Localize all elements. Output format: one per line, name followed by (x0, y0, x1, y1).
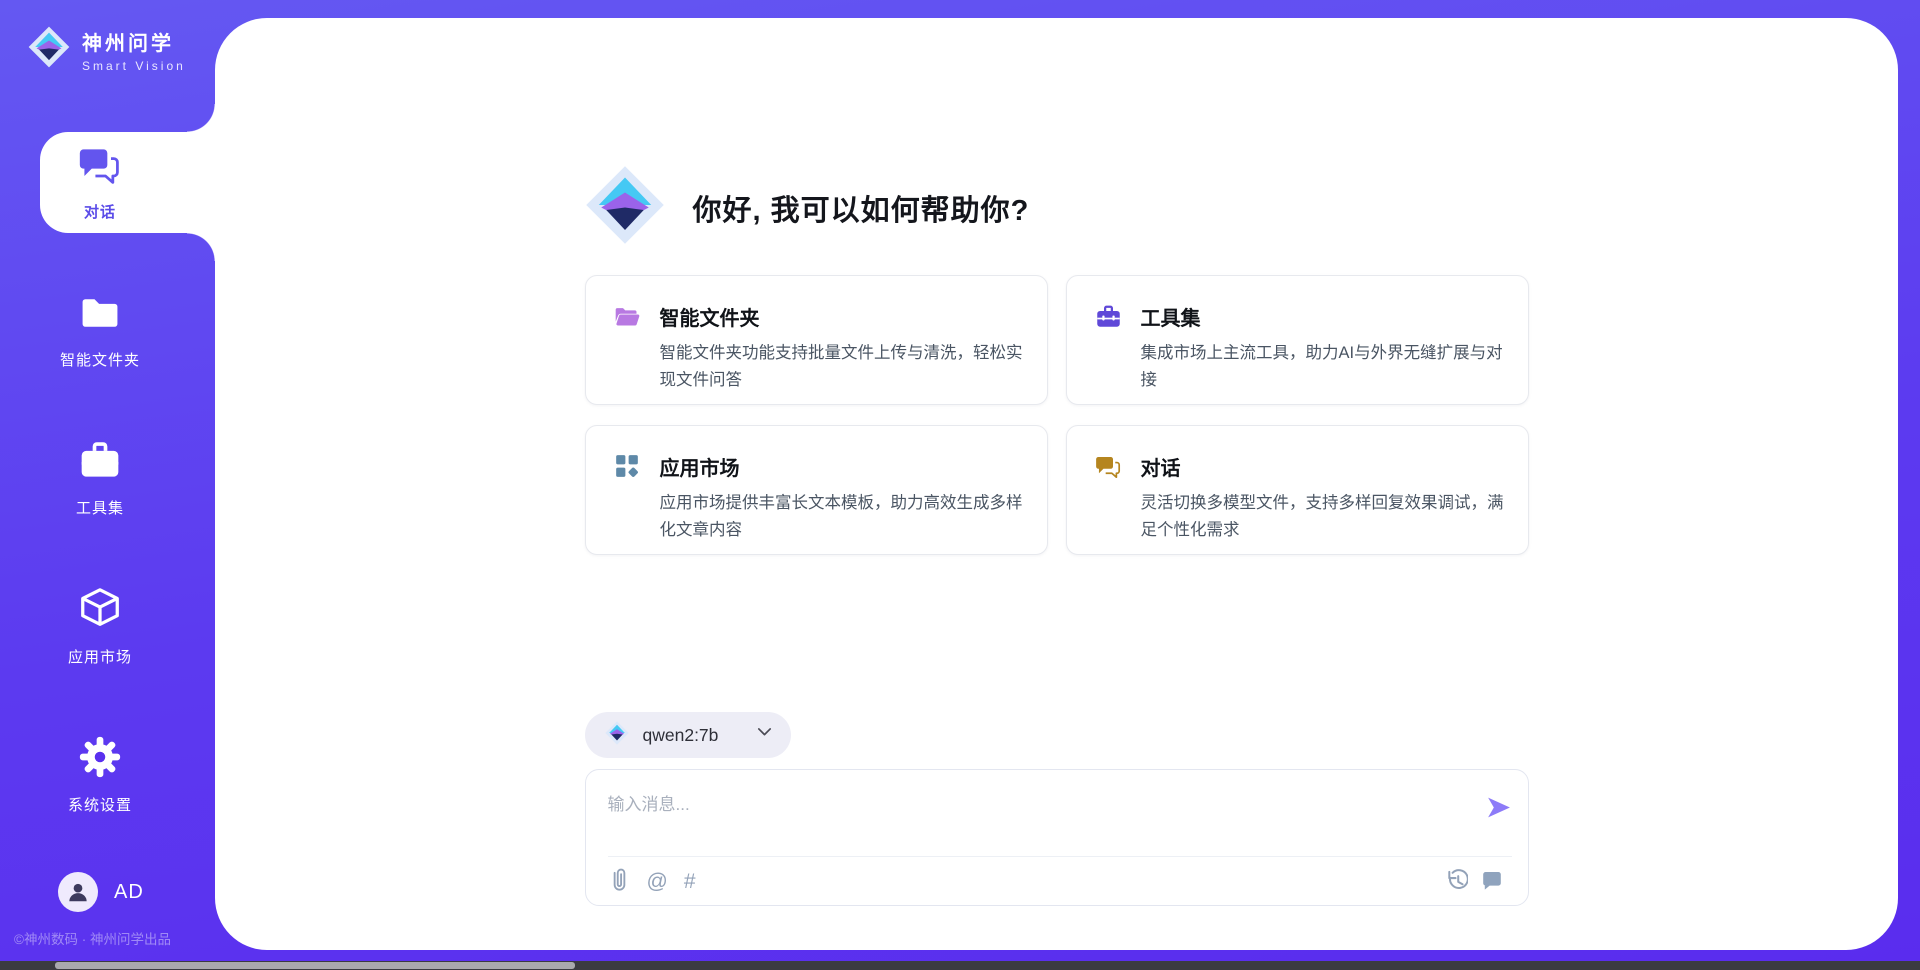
sidebar-item-label: 应用市场 (68, 646, 132, 667)
paperclip-icon (608, 867, 631, 895)
feature-cards: 智能文件夹 智能文件夹功能支持批量文件上传与清洗，轻松实现文件问答 工具集 集成… (585, 275, 1529, 555)
folder-icon (78, 291, 122, 340)
send-arrow-icon (1485, 809, 1512, 824)
greeting-title: 你好, 我可以如何帮助你? (693, 187, 1030, 229)
horizontal-scrollbar[interactable] (0, 961, 1920, 970)
cube-icon (77, 586, 123, 637)
attach-file-button[interactable] (608, 867, 631, 895)
model-selector[interactable]: qwen2:7b (585, 712, 791, 758)
card-title: 工具集 (1141, 302, 1506, 331)
avatar (58, 872, 98, 912)
user-account[interactable]: AD (58, 872, 144, 912)
chat-bubbles-icon (78, 143, 122, 192)
gear-icon (77, 734, 123, 785)
card-title: 应用市场 (660, 452, 1025, 481)
chevron-down-icon (756, 724, 773, 746)
brand: 神州问学 Smart Vision (28, 26, 186, 73)
card-toolset[interactable]: 工具集 集成市场上主流工具，助力AI与外界无缝扩展与对接 (1066, 275, 1529, 405)
sidebar-item-label: 工具集 (76, 497, 124, 518)
brand-subtitle: Smart Vision (82, 59, 186, 73)
sidebar-nav: 对话 智能文件夹 工具集 应 (0, 132, 215, 872)
folder-open-icon (614, 303, 641, 404)
card-app-market[interactable]: 应用市场 应用市场提供丰富长文本模板，助力高效生成多样化文章内容 (585, 425, 1048, 555)
briefcase-icon (1095, 303, 1122, 404)
card-title: 对话 (1141, 452, 1506, 481)
user-initials: AD (114, 881, 144, 904)
sidebar-item-app-market[interactable]: 应用市场 (0, 576, 215, 677)
history-icon (1445, 868, 1468, 894)
sidebar-item-chat[interactable]: 对话 (0, 132, 215, 233)
message-composer: @ # (585, 769, 1529, 906)
hash-icon: # (684, 871, 696, 892)
grid-icon (614, 453, 641, 554)
card-description: 集成市场上主流工具，助力AI与外界无缝扩展与对接 (1141, 340, 1506, 394)
diamond-logo-icon (605, 721, 629, 750)
brand-name: 神州问学 (82, 27, 186, 56)
main-panel: 你好, 我可以如何帮助你? 智能文件夹 智能文件夹功能支持批量文件上传与清洗，轻… (215, 18, 1898, 950)
card-description: 灵活切换多模型文件，支持多样回复效果调试，满足个性化需求 (1141, 490, 1506, 544)
sidebar-item-settings[interactable]: 系统设置 (0, 724, 215, 825)
new-conversation-button[interactable] (1480, 868, 1504, 895)
horizontal-scrollbar-thumb[interactable] (55, 962, 575, 969)
card-smart-folder[interactable]: 智能文件夹 智能文件夹功能支持批量文件上传与清洗，轻松实现文件问答 (585, 275, 1048, 405)
model-name: qwen2:7b (643, 725, 742, 746)
sidebar-item-label: 对话 (84, 201, 116, 222)
copyright-text: ©神州数码 · 神州问学出品 (14, 928, 171, 948)
message-input[interactable] (608, 784, 1485, 850)
card-chat[interactable]: 对话 灵活切换多模型文件，支持多样回复效果调试，满足个性化需求 (1066, 425, 1529, 555)
sidebar-item-label: 智能文件夹 (60, 349, 140, 370)
mention-button[interactable]: @ (647, 871, 668, 892)
composer-divider (608, 856, 1512, 857)
sidebar: 神州问学 Smart Vision 对话 智能文件夹 (0, 0, 215, 970)
card-description: 应用市场提供丰富长文本模板，助力高效生成多样化文章内容 (660, 490, 1025, 544)
brand-diamond-logo-icon (28, 26, 70, 73)
toolbox-icon (78, 439, 122, 488)
sidebar-item-label: 系统设置 (68, 794, 132, 815)
history-button[interactable] (1445, 868, 1468, 894)
card-title: 智能文件夹 (660, 302, 1025, 331)
send-button[interactable] (1485, 794, 1512, 824)
chat-bubbles-icon (1095, 453, 1122, 554)
at-icon: @ (647, 871, 668, 892)
greeting-diamond-logo-icon (585, 163, 665, 252)
hashtag-button[interactable]: # (684, 871, 696, 892)
greeting-block: 你好, 我可以如何帮助你? (585, 165, 1529, 250)
comment-icon (1480, 868, 1504, 895)
sidebar-item-toolset[interactable]: 工具集 (0, 428, 215, 529)
sidebar-item-smart-folder[interactable]: 智能文件夹 (0, 280, 215, 381)
card-description: 智能文件夹功能支持批量文件上传与清洗，轻松实现文件问答 (660, 340, 1025, 394)
